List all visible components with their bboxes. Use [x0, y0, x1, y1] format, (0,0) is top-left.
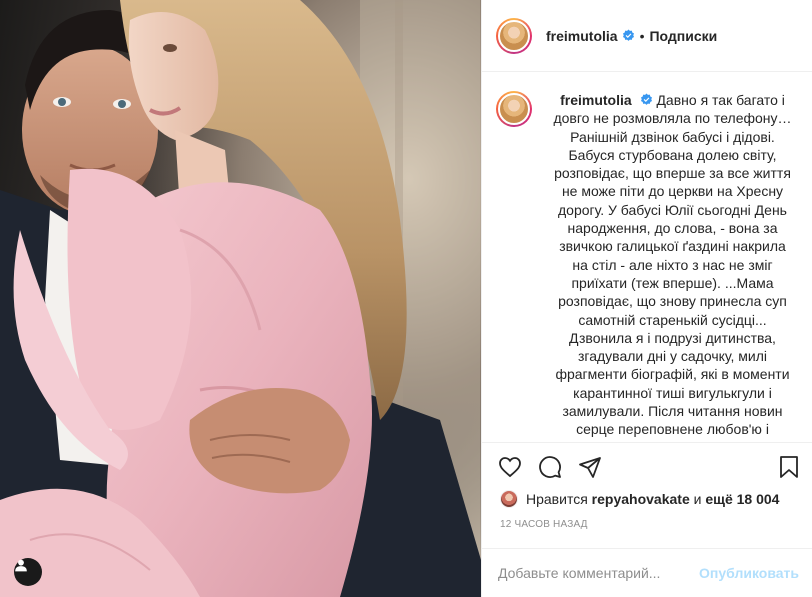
caption-line: серце переповнене любов'ю і: [576, 421, 769, 438]
caption-line: самотній старенькій сусідці...: [578, 311, 767, 328]
caption-line: розповідає, що вперше за все життя: [554, 165, 791, 182]
post-timestamp[interactable]: 12 часов назад: [500, 519, 588, 530]
share-icon: [579, 456, 601, 478]
caption-line: замилували. Після читання новин: [562, 403, 783, 420]
caption-container: freimutolia Давно я так багато і довго н…: [482, 73, 812, 442]
caption-line: звичкою галицької ґаздині накрила: [559, 238, 786, 255]
likes-summary: Нравится repyahovakate и ещё 18 004: [500, 489, 779, 509]
comment-icon: [539, 455, 561, 478]
caption-line: Ранішній дзвінок бабусі і дідові.: [570, 128, 775, 145]
author-avatar[interactable]: [496, 17, 532, 54]
share-button[interactable]: [578, 455, 602, 479]
heart-icon: [499, 456, 521, 477]
likes-conjunction: и: [693, 491, 702, 507]
verified-badge-icon: [640, 93, 652, 105]
post-actions-bar: [482, 442, 812, 490]
caption-line: на стіл - але ніхто з нас не зміг: [572, 256, 773, 273]
caption-line: карантинної тиші вигулькгули і: [573, 384, 772, 401]
publish-button[interactable]: Опубликовать: [699, 565, 799, 581]
caption-username[interactable]: freimutolia: [560, 92, 632, 108]
liker-avatar[interactable]: [500, 490, 518, 508]
caption-line: фрагменти біографій, які в моменти: [555, 366, 790, 383]
save-button[interactable]: [777, 455, 801, 479]
caption-line: Дзвонила я і подрузі дитинства,: [569, 329, 776, 346]
bookmark-icon: [780, 456, 798, 478]
user-tag-button[interactable]: [14, 558, 42, 586]
caption-line: Давно я так багато і: [656, 92, 785, 108]
user-tag-icon: [15, 559, 27, 572]
post-caption: freimutolia Давно я так багато і довго н…: [546, 91, 799, 442]
likes-prefix: Нравится: [526, 491, 588, 507]
separator-dot: •: [639, 27, 645, 44]
caption-line: довго не розмовляла по телефону…: [553, 110, 792, 127]
caption-line: Бабуся стурбована долею світу,: [568, 146, 777, 163]
following-button[interactable]: Подписки: [649, 28, 717, 44]
caption-line: розповідає, що знову принесла суп: [558, 293, 787, 310]
caption-line: народження, до слова, - вона за: [567, 220, 778, 237]
likes-count[interactable]: ещё 18 004: [705, 491, 779, 507]
caption-line: не може піти до церкви на Хресну: [561, 183, 784, 200]
comment-input[interactable]: [498, 565, 700, 581]
caption-line: приїхати (теж вперше). ...Мама: [571, 274, 774, 291]
post-side-panel: freimutolia • Подписки freimutolia Давно…: [481, 0, 812, 597]
comment-form: Опубликовать: [482, 548, 812, 597]
liker-username[interactable]: repyahovakate: [592, 491, 690, 507]
caption-author-avatar[interactable]: [496, 91, 532, 127]
verified-badge-icon: [622, 29, 634, 41]
comment-button[interactable]: [538, 455, 562, 479]
author-username[interactable]: freimutolia: [546, 28, 618, 44]
post-header: freimutolia • Подписки: [482, 0, 812, 72]
caption-line: дорогу. У бабусі Юлії сьогодні День: [558, 201, 787, 218]
photo-illustration: [0, 0, 481, 597]
post-photo[interactable]: [0, 0, 481, 597]
caption-line: згадували дні у садочку, милі: [577, 348, 768, 365]
like-button[interactable]: [498, 455, 522, 479]
